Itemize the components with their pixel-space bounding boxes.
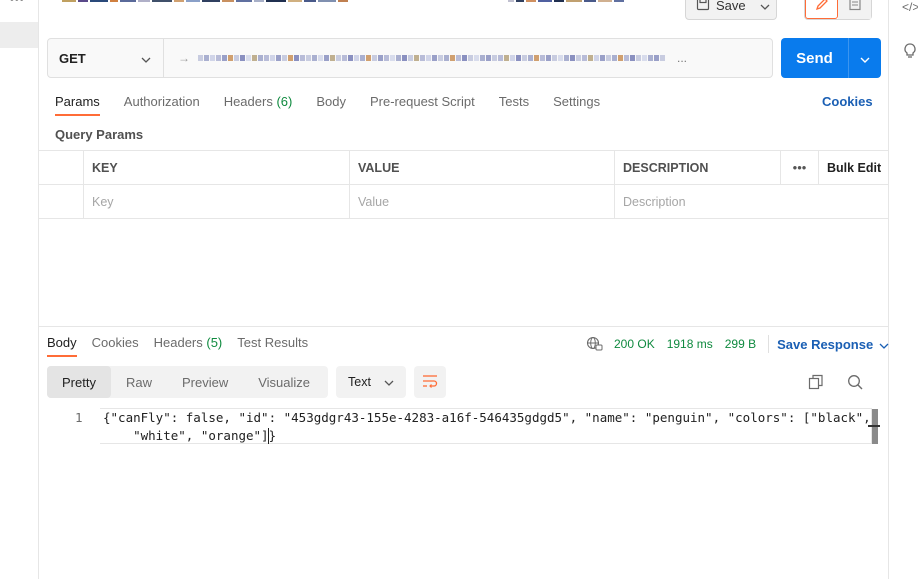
query-params-table: KEY VALUE DESCRIPTION ••• Bulk Edit Key …: [38, 150, 888, 219]
column-header-key: KEY: [83, 151, 349, 184]
tab-tests[interactable]: Tests: [499, 94, 529, 116]
request-title-obscured: [62, 0, 482, 4]
value-input[interactable]: Value: [349, 185, 614, 218]
body-view-selector: Pretty Raw Preview Visualize: [47, 366, 328, 398]
bulk-edit-button[interactable]: Bulk Edit: [818, 151, 888, 184]
tab-pre-request-script[interactable]: Pre-request Script: [370, 94, 475, 116]
text-cursor: [268, 428, 269, 444]
more-dots-icon[interactable]: •••: [10, 0, 25, 6]
save-button[interactable]: Save: [685, 0, 757, 20]
response-meta: 200 OK 1918 ms 299 B Save Response: [586, 335, 889, 353]
meta-divider: [768, 335, 770, 353]
url-ellipsis: ...: [677, 51, 688, 65]
view-visualize[interactable]: Visualize: [243, 366, 325, 398]
globe-lock-icon[interactable]: [586, 336, 604, 352]
search-icon[interactable]: [847, 374, 863, 393]
line-number: 1: [75, 410, 83, 425]
chevron-down-icon: [141, 51, 151, 66]
request-title-obscured-2: [508, 0, 638, 4]
url-obscured: [198, 53, 665, 63]
response-tabs: Body Cookies Headers (5) Test Results: [47, 335, 323, 357]
url-input[interactable]: → ...: [164, 39, 772, 77]
send-button[interactable]: Send: [781, 38, 881, 78]
tab-test-results[interactable]: Test Results: [237, 335, 308, 357]
save-response-button[interactable]: Save Response: [777, 337, 889, 352]
edit-icon: [815, 0, 829, 14]
format-label: Text: [348, 375, 371, 389]
format-select[interactable]: Text: [336, 366, 406, 398]
chevron-down-icon: [384, 375, 394, 389]
method-select[interactable]: GET: [48, 39, 164, 77]
save-label: Save: [716, 0, 746, 13]
description-input[interactable]: Description: [614, 185, 888, 218]
wrap-lines-icon: [422, 374, 438, 391]
send-options-button[interactable]: [849, 38, 881, 78]
tab-params[interactable]: Params: [55, 94, 100, 116]
documentation-mode-button[interactable]: [838, 0, 871, 19]
query-params-title: Query Params: [55, 127, 144, 142]
lightbulb-icon[interactable]: [903, 42, 917, 63]
tab-authorization[interactable]: Authorization: [124, 94, 200, 116]
column-header-description: DESCRIPTION: [614, 151, 780, 184]
response-headers-count: (5): [206, 335, 223, 350]
url-arrow-icon: →: [178, 51, 190, 65]
response-body-code[interactable]: {"canFly": false, "id": "453gdgr43-155e-…: [103, 409, 873, 445]
save-options-button[interactable]: [753, 0, 777, 20]
tab-response-cookies[interactable]: Cookies: [92, 335, 139, 357]
copy-icon[interactable]: [808, 374, 824, 393]
chevron-down-icon: [860, 51, 870, 66]
status-code[interactable]: 200 OK: [614, 337, 655, 351]
view-raw[interactable]: Raw: [111, 366, 167, 398]
table-header-row: KEY VALUE DESCRIPTION ••• Bulk Edit: [38, 151, 888, 185]
table-row: Key Value Description: [38, 185, 888, 218]
key-input[interactable]: Key: [83, 185, 349, 218]
headers-count: (6): [276, 94, 293, 109]
url-bar: GET → ...: [47, 38, 773, 78]
chevron-down-icon: [760, 0, 770, 13]
response-time[interactable]: 1918 ms: [667, 337, 713, 351]
column-header-value: VALUE: [349, 151, 614, 184]
response-size[interactable]: 299 B: [725, 337, 756, 351]
right-sidebar: [888, 0, 918, 579]
view-mode-toggle: [804, 0, 872, 20]
chevron-down-icon: [879, 337, 889, 352]
wrap-lines-button[interactable]: [414, 366, 446, 398]
send-label: Send: [781, 38, 849, 78]
save-icon: [696, 0, 710, 14]
tab-headers[interactable]: Headers (6): [224, 94, 293, 116]
document-icon: [848, 0, 862, 14]
tab-response-body[interactable]: Body: [47, 335, 77, 357]
request-tabs: Params Authorization Headers (6) Body Pr…: [55, 94, 624, 116]
tab-response-headers[interactable]: Headers (5): [154, 335, 223, 357]
method-label: GET: [59, 50, 86, 66]
scrollbar-marker: [868, 425, 880, 427]
code-icon[interactable]: </>: [902, 0, 918, 14]
cookies-link[interactable]: Cookies: [822, 94, 873, 109]
tab-body[interactable]: Body: [316, 94, 346, 116]
more-options-icon[interactable]: •••: [780, 151, 818, 184]
response-divider[interactable]: [38, 326, 888, 327]
left-sidebar-active-item[interactable]: [0, 22, 38, 48]
view-pretty[interactable]: Pretty: [47, 366, 111, 398]
edit-mode-button[interactable]: [805, 0, 839, 19]
tab-settings[interactable]: Settings: [553, 94, 600, 116]
view-preview[interactable]: Preview: [167, 366, 243, 398]
left-sidebar: [0, 0, 39, 579]
